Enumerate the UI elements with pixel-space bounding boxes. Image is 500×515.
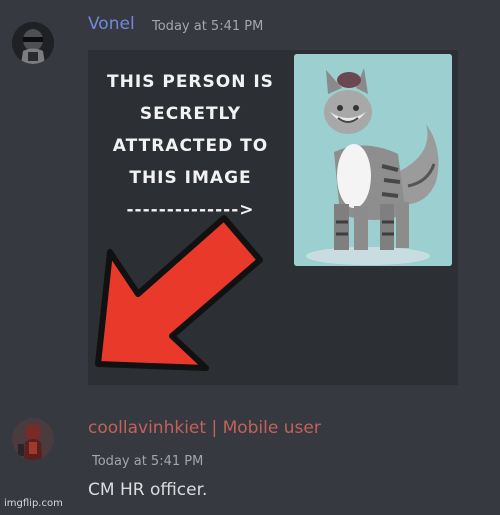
meme-caption: THIS PERSON IS SECRETLY ATTRACTED TO THI…	[88, 66, 293, 226]
user-avatar-coollavinhkiet[interactable]	[12, 418, 54, 460]
grey-cat-creature-icon	[294, 54, 452, 266]
username[interactable]: Vonel	[88, 14, 135, 34]
meme-image-attachment[interactable]: THIS PERSON IS SECRETLY ATTRACTED TO THI…	[88, 50, 458, 385]
red-arrow-graphic	[94, 210, 264, 379]
user-avatar-vonel[interactable]	[12, 22, 54, 64]
caption-line: THIS PERSON IS	[107, 72, 274, 92]
watermark: imgflip.com	[4, 498, 63, 509]
message-timestamp: Today at 5:41 PM	[92, 454, 204, 469]
message-content: CM HR officer.	[88, 480, 208, 500]
caption-line: SECRETLY	[139, 104, 242, 124]
dark-red-character-icon	[12, 418, 54, 460]
username[interactable]: coollavinhkiet | Mobile user	[88, 418, 321, 438]
creature-drawing	[294, 54, 452, 266]
caption-line: THIS IMAGE	[129, 168, 252, 188]
caption-line: ATTRACTED TO	[112, 136, 269, 156]
red-arrow-icon	[95, 215, 263, 371]
message-timestamp: Today at 5:41 PM	[152, 19, 264, 34]
masked-character-icon	[12, 22, 54, 64]
